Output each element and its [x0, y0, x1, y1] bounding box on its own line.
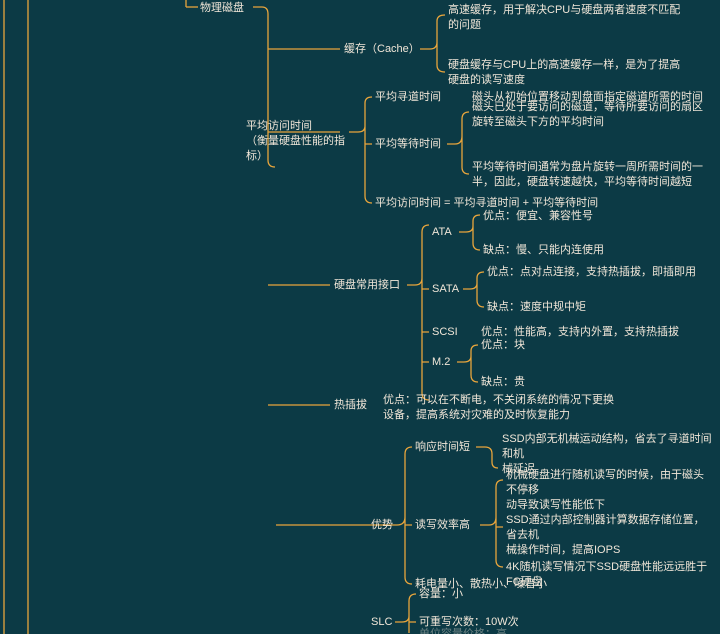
leaf-sata-con: 缺点：速度中规中矩	[487, 300, 586, 315]
node-advantage: 优势	[371, 518, 393, 533]
node-scsi: SCSI	[432, 325, 458, 340]
leaf-cache-desc2: 硬盘缓存与CPU上的高速缓存一样，是为了提高 硬盘的读写速度	[448, 58, 698, 88]
node-rw-efficiency: 读写效率高	[415, 518, 470, 533]
node-sata: SATA	[432, 282, 459, 297]
node-ata: ATA	[432, 225, 452, 240]
node-seek: 平均寻道时间	[375, 90, 441, 105]
leaf-wait-desc2: 平均等待时间通常为盘片旋转一周所需时间的一 半，因此，硬盘转速越快，平均等待时间…	[472, 160, 712, 190]
node-m2: M.2	[432, 355, 450, 370]
leaf-sata-pro: 优点：点对点连接，支持热插拔，即插即用	[487, 265, 696, 280]
leaf-ata-con: 缺点：慢、只能内连使用	[483, 243, 604, 258]
node-hotplug: 热插拔	[334, 398, 367, 413]
node-slc: SLC	[371, 615, 392, 630]
leaf-slc-price: 单位容量价格：高	[419, 627, 507, 634]
leaf-hotplug-desc: 优点：可以在不断电，不关闭系统的情况下更换 设备，提高系统对灾难的及时恢复能力	[383, 393, 643, 423]
leaf-slc-cap: 容量：小	[419, 587, 463, 602]
leaf-rweff-1: 机械硬盘进行随机读写的时候，由于磁头不停移 动导致读写性能低下	[506, 468, 711, 513]
leaf-m2-con: 缺点：贵	[481, 375, 525, 390]
leaf-wait-desc1: 磁头已处于要访问的磁道，等待所要访问的扇区 旋转至磁头下方的平均时间	[472, 100, 712, 130]
mindmap-canvas: 物理磁盘 缓存（Cache） 高速缓存，用于解决CPU与硬盘两者速度不匹配 的问…	[0, 0, 720, 634]
node-avg-access: 平均访问时间 （衡量硬盘性能的指标）	[246, 119, 350, 164]
node-physical-disk: 物理磁盘	[200, 1, 244, 16]
node-cache: 缓存（Cache）	[344, 42, 420, 57]
node-response: 响应时间短	[415, 440, 470, 455]
leaf-cache-desc1: 高速缓存，用于解决CPU与硬盘两者速度不匹配 的问题	[448, 3, 698, 33]
node-wait: 平均等待时间	[375, 137, 441, 152]
node-interface: 硬盘常用接口	[334, 278, 400, 293]
leaf-rweff-2: SSD通过内部控制器计算数据存储位置，省去机 械操作时间，提高IOPS	[506, 513, 711, 558]
leaf-m2-pro: 优点：块	[481, 338, 525, 353]
leaf-ata-pro: 优点：便宜、兼容性号	[483, 209, 593, 224]
